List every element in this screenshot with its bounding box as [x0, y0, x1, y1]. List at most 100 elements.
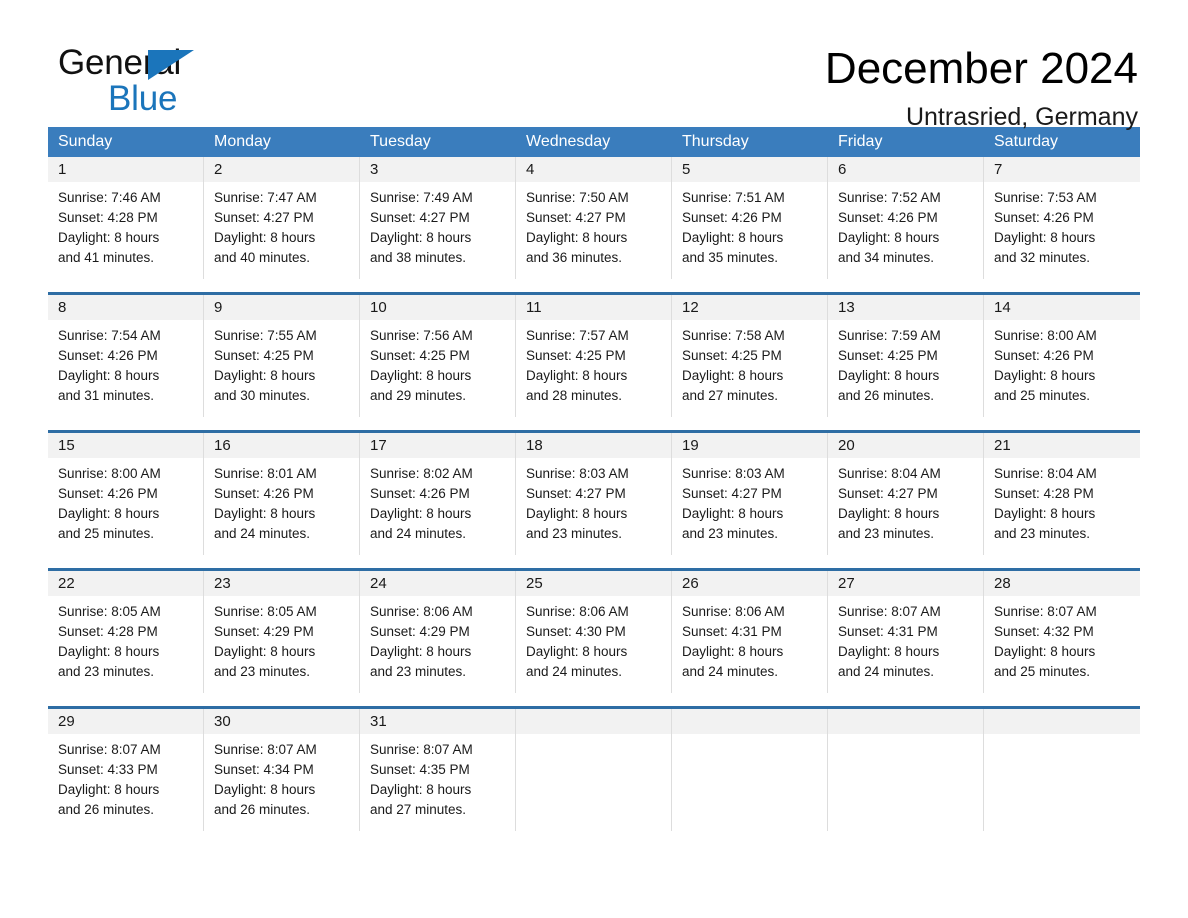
sunrise-text: Sunrise: 8:05 AM — [214, 604, 317, 619]
day-cell[interactable]: 1 Sunrise: 7:46 AM Sunset: 4:28 PM Dayli… — [48, 157, 204, 279]
sunrise-text: Sunrise: 8:07 AM — [994, 604, 1097, 619]
day-number: 26 — [682, 575, 699, 592]
daylight-text-line1: Daylight: 8 hours — [682, 506, 784, 521]
sunset-text: Sunset: 4:26 PM — [58, 486, 158, 501]
day-number: 20 — [838, 437, 855, 454]
sunset-text: Sunset: 4:34 PM — [214, 762, 314, 777]
sunrise-text: Sunrise: 7:55 AM — [214, 328, 317, 343]
day-cell[interactable]: 12 Sunrise: 7:58 AM Sunset: 4:25 PM Dayl… — [672, 295, 828, 417]
sunrise-text: Sunrise: 7:46 AM — [58, 190, 161, 205]
day-cell[interactable]: 2 Sunrise: 7:47 AM Sunset: 4:27 PM Dayli… — [204, 157, 360, 279]
daylight-text-line2: and 34 minutes. — [838, 250, 935, 265]
day-number: 8 — [58, 299, 67, 316]
weekday-wednesday: Wednesday — [526, 133, 611, 150]
sunset-text: Sunset: 4:25 PM — [370, 348, 470, 363]
calendar-grid: Sunday Monday Tuesday Wednesday Thursday… — [48, 127, 1140, 831]
logo-triangle-icon — [148, 50, 194, 80]
day-number: 29 — [58, 713, 75, 730]
weekday-monday: Monday — [214, 133, 271, 150]
day-number: 14 — [994, 299, 1011, 316]
day-cell[interactable]: 9 Sunrise: 7:55 AM Sunset: 4:25 PM Dayli… — [204, 295, 360, 417]
sunset-text: Sunset: 4:25 PM — [838, 348, 938, 363]
daylight-text-line2: and 24 minutes. — [682, 664, 779, 679]
daylight-text-line2: and 31 minutes. — [58, 388, 155, 403]
day-cell[interactable]: 29 Sunrise: 8:07 AM Sunset: 4:33 PM Dayl… — [48, 709, 204, 831]
daylight-text-line2: and 26 minutes. — [838, 388, 935, 403]
daylight-text-line2: and 38 minutes. — [370, 250, 467, 265]
daylight-text-line2: and 25 minutes. — [994, 664, 1091, 679]
day-cell[interactable]: 27 Sunrise: 8:07 AM Sunset: 4:31 PM Dayl… — [828, 571, 984, 693]
daylight-text-line1: Daylight: 8 hours — [214, 368, 316, 383]
day-number: 31 — [370, 713, 387, 730]
day-cell[interactable]: 20 Sunrise: 8:04 AM Sunset: 4:27 PM Dayl… — [828, 433, 984, 555]
day-cell[interactable]: 6 Sunrise: 7:52 AM Sunset: 4:26 PM Dayli… — [828, 157, 984, 279]
day-number-band: 29 — [48, 709, 203, 734]
day-cell[interactable]: 30 Sunrise: 8:07 AM Sunset: 4:34 PM Dayl… — [204, 709, 360, 831]
day-cell[interactable]: 26 Sunrise: 8:06 AM Sunset: 4:31 PM Dayl… — [672, 571, 828, 693]
day-cell[interactable]: 28 Sunrise: 8:07 AM Sunset: 4:32 PM Dayl… — [984, 571, 1140, 693]
day-cell[interactable]: 18 Sunrise: 8:03 AM Sunset: 4:27 PM Dayl… — [516, 433, 672, 555]
day-number-band: 12 — [672, 295, 827, 320]
day-cell[interactable]: 23 Sunrise: 8:05 AM Sunset: 4:29 PM Dayl… — [204, 571, 360, 693]
day-cell[interactable]: 10 Sunrise: 7:56 AM Sunset: 4:25 PM Dayl… — [360, 295, 516, 417]
daylight-text-line2: and 24 minutes. — [214, 526, 311, 541]
daylight-text-line1: Daylight: 8 hours — [838, 644, 940, 659]
sunrise-text: Sunrise: 8:04 AM — [838, 466, 941, 481]
sunrise-text: Sunrise: 8:07 AM — [214, 742, 317, 757]
day-cell[interactable]: 22 Sunrise: 8:05 AM Sunset: 4:28 PM Dayl… — [48, 571, 204, 693]
weekday-tuesday: Tuesday — [370, 133, 431, 150]
daylight-text-line1: Daylight: 8 hours — [370, 506, 472, 521]
day-cell[interactable]: 13 Sunrise: 7:59 AM Sunset: 4:25 PM Dayl… — [828, 295, 984, 417]
day-cell[interactable]: 24 Sunrise: 8:06 AM Sunset: 4:29 PM Dayl… — [360, 571, 516, 693]
day-number: 30 — [214, 713, 231, 730]
sunset-text: Sunset: 4:33 PM — [58, 762, 158, 777]
day-cell[interactable]: 4 Sunrise: 7:50 AM Sunset: 4:27 PM Dayli… — [516, 157, 672, 279]
day-cell-empty — [828, 709, 984, 831]
day-cell[interactable]: 5 Sunrise: 7:51 AM Sunset: 4:26 PM Dayli… — [672, 157, 828, 279]
calendar-page: General Blue December 2024 Untrasried, G… — [0, 0, 1188, 918]
day-details: Sunrise: 7:54 AM Sunset: 4:26 PM Dayligh… — [48, 320, 203, 406]
day-number-band: 21 — [984, 433, 1140, 458]
weekday-saturday: Saturday — [994, 133, 1059, 150]
day-cell-empty — [672, 709, 828, 831]
day-number: 1 — [58, 161, 67, 178]
sunrise-text: Sunrise: 8:03 AM — [682, 466, 785, 481]
day-number: 21 — [994, 437, 1011, 454]
day-details: Sunrise: 7:52 AM Sunset: 4:26 PM Dayligh… — [828, 182, 983, 268]
daylight-text-line1: Daylight: 8 hours — [58, 782, 160, 797]
day-number: 24 — [370, 575, 387, 592]
day-cell[interactable]: 15 Sunrise: 8:00 AM Sunset: 4:26 PM Dayl… — [48, 433, 204, 555]
day-cell[interactable]: 11 Sunrise: 7:57 AM Sunset: 4:25 PM Dayl… — [516, 295, 672, 417]
day-cell[interactable]: 8 Sunrise: 7:54 AM Sunset: 4:26 PM Dayli… — [48, 295, 204, 417]
day-cell[interactable]: 17 Sunrise: 8:02 AM Sunset: 4:26 PM Dayl… — [360, 433, 516, 555]
day-cell[interactable]: 14 Sunrise: 8:00 AM Sunset: 4:26 PM Dayl… — [984, 295, 1140, 417]
daylight-text-line1: Daylight: 8 hours — [994, 506, 1096, 521]
sunset-text: Sunset: 4:25 PM — [214, 348, 314, 363]
day-cell[interactable]: 19 Sunrise: 8:03 AM Sunset: 4:27 PM Dayl… — [672, 433, 828, 555]
daylight-text-line2: and 24 minutes. — [838, 664, 935, 679]
day-cell[interactable]: 3 Sunrise: 7:49 AM Sunset: 4:27 PM Dayli… — [360, 157, 516, 279]
sunset-text: Sunset: 4:25 PM — [526, 348, 626, 363]
day-cell[interactable]: 7 Sunrise: 7:53 AM Sunset: 4:26 PM Dayli… — [984, 157, 1140, 279]
sunset-text: Sunset: 4:30 PM — [526, 624, 626, 639]
day-cell[interactable]: 31 Sunrise: 8:07 AM Sunset: 4:35 PM Dayl… — [360, 709, 516, 831]
day-number-band: 14 — [984, 295, 1140, 320]
day-number-band: 20 — [828, 433, 983, 458]
daylight-text-line1: Daylight: 8 hours — [526, 644, 628, 659]
day-number-band: 6 — [828, 157, 983, 182]
day-number-band: 3 — [360, 157, 515, 182]
day-details: Sunrise: 7:53 AM Sunset: 4:26 PM Dayligh… — [984, 182, 1140, 268]
daylight-text-line1: Daylight: 8 hours — [682, 368, 784, 383]
day-details: Sunrise: 8:07 AM Sunset: 4:34 PM Dayligh… — [204, 734, 359, 820]
day-number-band: 28 — [984, 571, 1140, 596]
sunrise-text: Sunrise: 7:59 AM — [838, 328, 941, 343]
day-details: Sunrise: 7:58 AM Sunset: 4:25 PM Dayligh… — [672, 320, 827, 406]
day-details: Sunrise: 8:03 AM Sunset: 4:27 PM Dayligh… — [672, 458, 827, 544]
daylight-text-line1: Daylight: 8 hours — [58, 368, 160, 383]
sunset-text: Sunset: 4:27 PM — [526, 210, 626, 225]
day-cell[interactable]: 21 Sunrise: 8:04 AM Sunset: 4:28 PM Dayl… — [984, 433, 1140, 555]
day-number-band: 18 — [516, 433, 671, 458]
day-cell[interactable]: 16 Sunrise: 8:01 AM Sunset: 4:26 PM Dayl… — [204, 433, 360, 555]
day-details: Sunrise: 8:07 AM Sunset: 4:35 PM Dayligh… — [360, 734, 515, 820]
day-cell[interactable]: 25 Sunrise: 8:06 AM Sunset: 4:30 PM Dayl… — [516, 571, 672, 693]
